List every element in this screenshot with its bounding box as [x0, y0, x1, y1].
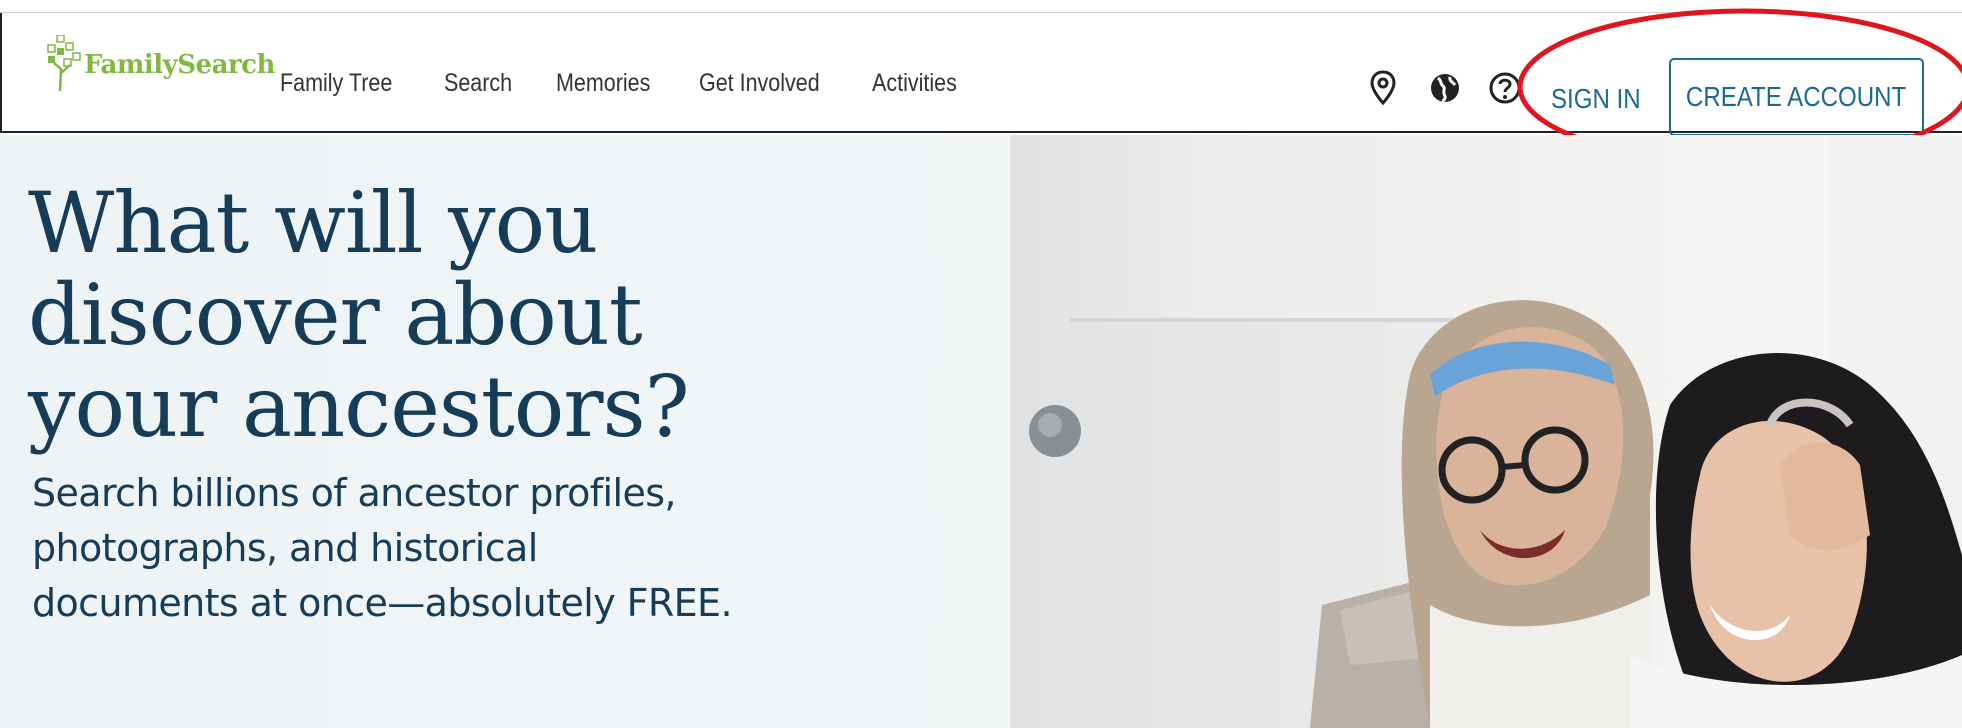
- hero-subtext: Search billions of ancestor profiles, ph…: [32, 466, 792, 631]
- location-pin-icon[interactable]: [1368, 69, 1400, 106]
- nav-family-tree[interactable]: Family Tree: [280, 69, 392, 98]
- logo-wordmark: FamilySearch: [84, 50, 275, 80]
- sign-in-link[interactable]: SIGN IN: [1551, 83, 1641, 115]
- nav-memories[interactable]: Memories: [556, 69, 650, 98]
- main-nav: Family Tree Search Memories Get Involved…: [280, 69, 1004, 98]
- nav-get-involved[interactable]: Get Involved: [699, 69, 820, 98]
- globe-icon[interactable]: [1428, 69, 1460, 105]
- tree-logo-icon: [47, 35, 81, 91]
- familysearch-logo[interactable]: FamilySearch: [46, 35, 275, 91]
- subtext-line-1: Search billions of ancestor profiles,: [32, 471, 677, 515]
- hero-headline: What will you discover about your ancest…: [28, 177, 848, 453]
- hero-section: What will you discover about your ancest…: [0, 135, 1962, 728]
- nav-search[interactable]: Search: [444, 69, 512, 98]
- create-account-button[interactable]: CREATE ACCOUNT: [1669, 58, 1924, 136]
- site-header: FamilySearch Family Tree Search Memories…: [0, 13, 1962, 136]
- create-account-label: CREATE ACCOUNT: [1686, 81, 1907, 112]
- page: FamilySearch Family Tree Search Memories…: [0, 0, 1962, 728]
- hero-photo: [1010, 135, 1962, 728]
- headline-line-3: your ancestors?: [28, 358, 690, 456]
- subtext-line-3: documents at once—absolutely FREE.: [32, 581, 733, 625]
- nav-activities[interactable]: Activities: [872, 69, 957, 98]
- headline-line-2: discover about: [28, 266, 643, 364]
- headline-line-1: What will you: [28, 174, 598, 272]
- subtext-line-2: photographs, and historical: [32, 526, 538, 570]
- help-icon[interactable]: [1488, 69, 1521, 105]
